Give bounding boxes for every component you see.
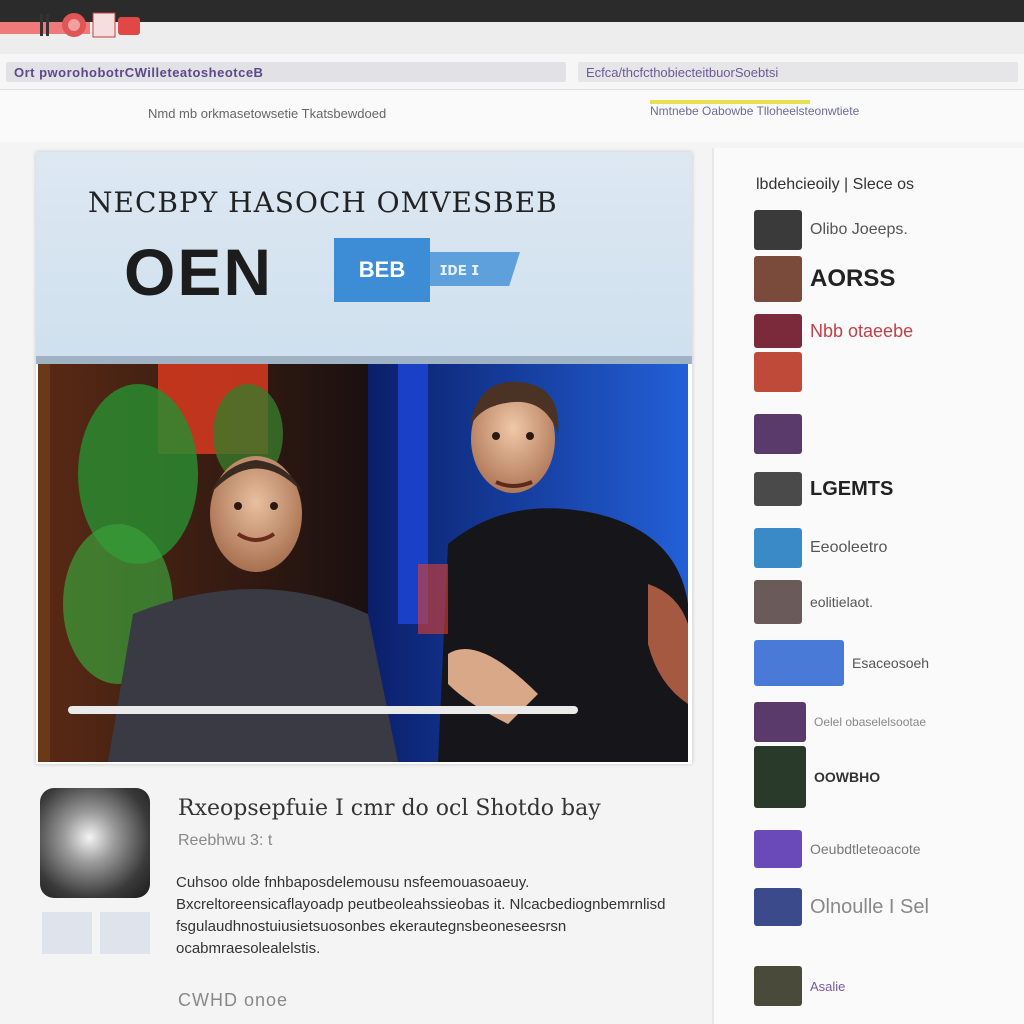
- article-headline[interactable]: Rxeopsepfuie I cmr do ocl Shotdo bay: [178, 796, 601, 821]
- sidebar-thumbnail[interactable]: [754, 888, 802, 926]
- sidebar-item-label: Esaceosoeh: [852, 655, 930, 671]
- banner-badge-extension: ɪᴅᴇ ɪ: [430, 252, 520, 286]
- menu-icon[interactable]: [38, 12, 52, 38]
- action-tile-1[interactable]: [42, 912, 92, 954]
- sidebar-thumbnail[interactable]: [754, 472, 802, 506]
- sidebar-thumbnail[interactable]: [754, 640, 844, 686]
- sidebar-item[interactable]: Oelel obaselelsootae: [754, 702, 926, 742]
- tab-strip: [0, 22, 1024, 54]
- banner-divider: [36, 356, 692, 364]
- article-card: NECBPY HASOCH OMVESBEB OEN BEB ɪᴅᴇ ɪ: [36, 152, 692, 764]
- sidebar-item-label: Asalie: [810, 978, 846, 994]
- action-tile-2[interactable]: [100, 912, 150, 954]
- article-footer[interactable]: CWHD onoe: [178, 990, 288, 1011]
- toolbar-right-links[interactable]: Nmtnebe Oabowbe Tlloheelsteonwtiete: [650, 104, 859, 118]
- sidebar-item[interactable]: Olibo Joeeps.: [754, 210, 908, 250]
- sidebar-item-label: OOWBHO: [814, 769, 881, 785]
- sidebar-thumbnail[interactable]: [754, 580, 802, 624]
- record-icon[interactable]: [60, 12, 88, 38]
- video-progress-bar[interactable]: [68, 706, 578, 714]
- toolbar-breadcrumb: Nmd mb orkmasetowsetie Tkatsbewdoed: [148, 106, 387, 121]
- window-titlebar: [0, 0, 1024, 22]
- sidebar-item-label: Eeooleetro: [810, 539, 888, 556]
- sidebar-item-label: Olnoulle I Sel: [810, 895, 929, 918]
- sidebar-item[interactable]: OOWBHO: [754, 746, 880, 808]
- sidebar-item-label: Nbb otaeebe: [810, 320, 914, 341]
- sidebar-item[interactable]: [754, 352, 810, 392]
- author-avatar[interactable]: [40, 788, 150, 898]
- secondary-address-bar[interactable]: Ecfca/thcfcthobiecteitbuorSoebtsi: [578, 62, 1018, 82]
- sidebar-item[interactable]: Oeubdtleteoacote: [754, 830, 921, 868]
- sidebar-header: lbdehcieoily | Slece os: [756, 176, 915, 193]
- sidebar-item[interactable]: [754, 414, 810, 454]
- sidebar-item-label: Oelel obaselelsootae: [814, 715, 927, 729]
- banner-headline: NECBPY HASOCH OMVESBEB: [88, 186, 558, 219]
- sidebar-item[interactable]: Olnoulle I Sel: [754, 888, 929, 926]
- app-logo-icon[interactable]: [92, 12, 142, 38]
- sidebar-item-label: LGEMTS: [810, 477, 894, 500]
- sidebar-item-label: AORSS: [810, 265, 896, 292]
- sidebar-item[interactable]: Nbb otaeebe: [754, 314, 913, 348]
- sidebar-thumbnail[interactable]: [754, 746, 806, 808]
- address-bar-input[interactable]: Ort pworohobotrCWilleteatosheotceB: [6, 62, 566, 82]
- sidebar-item[interactable]: Esaceosoeh: [754, 640, 929, 686]
- sidebar-item[interactable]: Eeooleetro: [754, 528, 887, 568]
- sidebar-thumbnail[interactable]: [754, 528, 802, 568]
- sidebar-item[interactable]: Asalie: [754, 966, 845, 1006]
- sidebar-thumbnail[interactable]: [754, 702, 806, 742]
- address-bar-area: Ort pworohobotrCWilleteatosheotceB Ecfca…: [0, 54, 1024, 90]
- sidebar-thumbnail[interactable]: [754, 830, 802, 868]
- sidebar-item-label: Oeubdtleteoacote: [810, 841, 921, 857]
- banner-badge: BEB: [334, 238, 430, 302]
- sidebar-thumbnail[interactable]: [754, 414, 802, 454]
- article-paragraph: Cuhsoo olde fnhbaposdelemousu nsfeemouas…: [176, 874, 666, 957]
- sidebar-thumbnail[interactable]: [754, 966, 802, 1006]
- sidebar-item[interactable]: eolitielaot.: [754, 580, 873, 624]
- sidebar-item[interactable]: LGEMTS: [754, 472, 893, 506]
- sidebar-thumbnail[interactable]: [754, 256, 802, 302]
- article-byline: Reebhwu 3: t: [178, 832, 273, 849]
- article-banner: NECBPY HASOCH OMVESBEB OEN BEB ɪᴅᴇ ɪ: [36, 152, 692, 364]
- sidebar-thumbnail[interactable]: [754, 210, 802, 250]
- article-photo[interactable]: [38, 364, 688, 762]
- sidebar-thumbnail[interactable]: [754, 352, 802, 392]
- banner-logo-text: OEN: [124, 235, 274, 309]
- author-actions: [42, 912, 150, 954]
- sidebar-item-label: eolitielaot.: [810, 594, 874, 610]
- sidebar-item-label: Olibo Joeeps.: [810, 221, 908, 238]
- sidebar-item[interactable]: AORSS: [754, 256, 895, 302]
- sidebar-thumbnail[interactable]: [754, 314, 802, 348]
